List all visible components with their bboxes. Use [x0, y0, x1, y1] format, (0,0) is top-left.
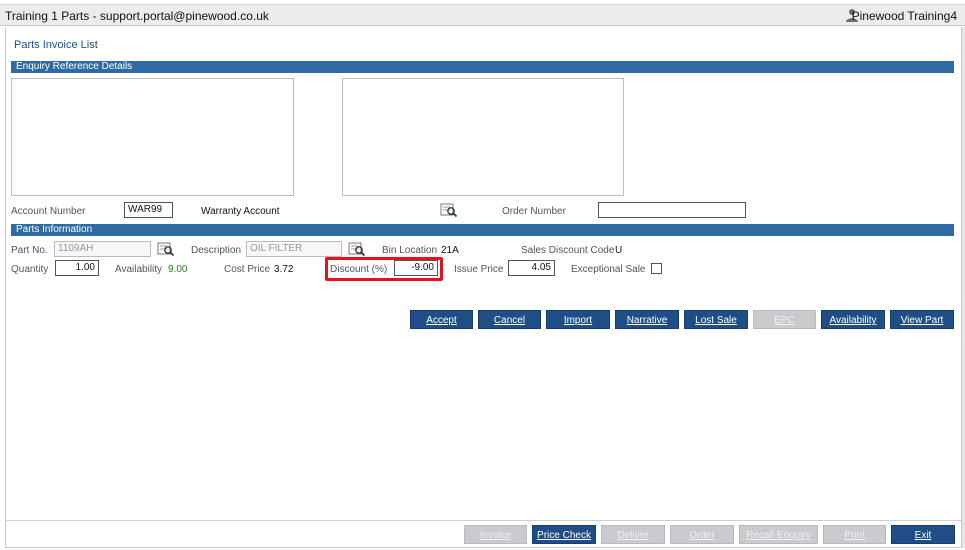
- availability-label: Availability: [115, 264, 163, 275]
- accept-button[interactable]: Accept: [410, 310, 473, 329]
- order-number-label: Order Number: [502, 206, 566, 217]
- sales-discount-code-label: Sales Discount Code: [521, 245, 615, 256]
- account-number-label: Account Number: [11, 206, 86, 217]
- narrative-button[interactable]: Narrative: [615, 310, 679, 329]
- view-part-button[interactable]: View Part: [890, 310, 954, 329]
- parts-section-header: Parts Information: [11, 224, 954, 236]
- window-title: Training 1 Parts - support.portal@pinewo…: [5, 9, 269, 23]
- cost-price-label: Cost Price: [224, 264, 271, 275]
- exceptional-sale-label: Exceptional Sale: [571, 264, 646, 275]
- enquiry-section-header: Enquiry Reference Details: [11, 61, 954, 73]
- order-number-input[interactable]: [598, 202, 746, 218]
- quantity-label: Quantity: [11, 264, 49, 275]
- enquiry-reference-box-left: [11, 78, 294, 196]
- window-titlebar: Training 1 Parts - support.portal@pinewo…: [0, 4, 965, 26]
- description-lookup-icon[interactable]: [348, 241, 366, 257]
- deliver-button[interactable]: Deliver: [601, 525, 665, 544]
- account-name: Warranty Account: [201, 206, 280, 217]
- footer-divider: [6, 520, 961, 521]
- bin-location-label: Bin Location: [382, 245, 438, 256]
- price-check-button[interactable]: Price Check: [532, 525, 596, 544]
- description-label: Description: [191, 245, 242, 256]
- issue-price-input[interactable]: 4.05: [508, 260, 555, 276]
- description-input[interactable]: OIL FILTER: [246, 241, 342, 257]
- part-lookup-icon[interactable]: [157, 241, 175, 257]
- enquiry-reference-box-right: [342, 78, 624, 196]
- availability-value: 9.00: [168, 264, 188, 275]
- quantity-input[interactable]: 1.00: [55, 260, 99, 276]
- cost-price-value: 3.72: [274, 264, 294, 275]
- cancel-button[interactable]: Cancel: [478, 310, 541, 329]
- order-button[interactable]: Order: [670, 525, 734, 544]
- user-name[interactable]: Pinewood Training4: [852, 9, 957, 23]
- account-number-input[interactable]: WAR99: [124, 202, 173, 218]
- issue-price-label: Issue Price: [454, 264, 504, 275]
- epc-button[interactable]: EPC: [753, 310, 816, 329]
- availability-button[interactable]: Availability: [821, 310, 885, 329]
- lost-sale-button[interactable]: Lost Sale: [684, 310, 748, 329]
- exceptional-sale-checkbox[interactable]: [651, 263, 662, 274]
- account-lookup-icon[interactable]: [440, 202, 458, 218]
- recall-enquiry-button[interactable]: Recall Enquiry: [739, 525, 818, 544]
- breadcrumb[interactable]: Parts Invoice List: [14, 39, 98, 51]
- invoice-button[interactable]: Invoice: [464, 525, 527, 544]
- print-button[interactable]: Print: [823, 525, 886, 544]
- exit-button[interactable]: Exit: [891, 525, 955, 544]
- import-button[interactable]: Import: [546, 310, 610, 329]
- sales-discount-code-value: U: [615, 245, 623, 256]
- part-no-input[interactable]: 1109AH: [54, 241, 151, 257]
- discount-highlight: [325, 257, 443, 281]
- bin-location-value: 21A: [441, 245, 459, 256]
- part-no-label: Part No.: [11, 245, 48, 256]
